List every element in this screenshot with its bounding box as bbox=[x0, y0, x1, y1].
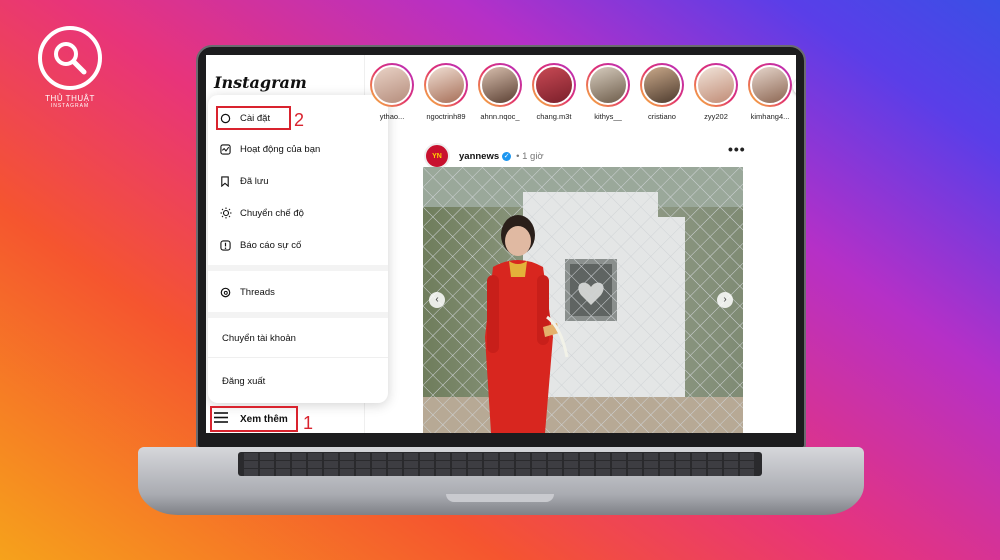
chevron-right-icon[interactable]: › bbox=[717, 292, 733, 308]
menu-item-label: Chuyển tài khoản bbox=[222, 332, 296, 344]
post-header: YN yannews ✓ • 1 giờ bbox=[424, 143, 544, 169]
menu-item-label: Threads bbox=[240, 286, 275, 298]
story-item[interactable]: chang.m3t bbox=[528, 63, 580, 121]
post-time: • 1 giờ bbox=[516, 150, 544, 162]
menu-item-threads[interactable]: Threads bbox=[208, 277, 388, 307]
laptop-keyboard bbox=[238, 452, 762, 476]
verified-icon: ✓ bbox=[502, 151, 512, 161]
story-username: ahnn.nqoc_ bbox=[480, 112, 520, 121]
story-username: ngoctrinh89 bbox=[426, 112, 466, 121]
sun-icon bbox=[220, 207, 240, 219]
menu-item-label: Chuyển chế độ bbox=[240, 207, 304, 219]
stories-bar: ythao... ngoctrinh89 ahnn.nqoc_ chang.m3… bbox=[366, 63, 796, 125]
menu-item-label: Đăng xuất bbox=[222, 375, 266, 387]
step-number-1: 1 bbox=[303, 413, 314, 433]
story-username: kimhang4... bbox=[750, 112, 790, 121]
menu-item-label: Đã lưu bbox=[240, 175, 269, 187]
menu-divider bbox=[208, 357, 388, 358]
activity-icon bbox=[220, 143, 240, 155]
more-menu: Cài đặt Hoạt động của bạn Đã lưu Chuyển … bbox=[208, 95, 388, 403]
story-username: cristiano bbox=[648, 112, 676, 121]
story-item[interactable]: cristiano bbox=[636, 63, 688, 121]
menu-item-saved[interactable]: Đã lưu bbox=[208, 166, 388, 196]
chevron-left-icon[interactable]: ‹ bbox=[429, 292, 445, 308]
story-item[interactable]: zyy202 bbox=[690, 63, 742, 121]
menu-divider bbox=[208, 265, 388, 271]
post-image[interactable]: ‹ › bbox=[423, 167, 743, 433]
story-username: ythao... bbox=[379, 112, 405, 121]
story-item[interactable]: ythao... bbox=[366, 63, 418, 121]
avatar[interactable]: YN bbox=[424, 143, 450, 169]
logo-subtext: INSTAGRAM bbox=[50, 103, 90, 109]
post-username[interactable]: yannews bbox=[459, 151, 499, 162]
story-username: kithys__ bbox=[594, 112, 622, 121]
menu-item-logout[interactable]: Đăng xuất bbox=[208, 366, 388, 396]
bookmark-icon bbox=[220, 175, 240, 187]
magnifier-icon bbox=[38, 26, 102, 90]
menu-item-switch-account[interactable]: Chuyển tài khoản bbox=[208, 323, 388, 353]
highlight-settings bbox=[216, 106, 291, 130]
menu-item-activity[interactable]: Hoạt động của bạn bbox=[208, 134, 388, 164]
report-icon bbox=[220, 239, 240, 251]
more-options-icon[interactable]: ••• bbox=[728, 141, 746, 157]
story-item[interactable]: ngoctrinh89 bbox=[420, 63, 472, 121]
story-item[interactable]: ahnn.nqoc_ bbox=[474, 63, 526, 121]
story-item[interactable]: kimhang4... bbox=[744, 63, 796, 121]
menu-divider bbox=[208, 312, 388, 318]
story-username: chang.m3t bbox=[536, 112, 572, 121]
story-username: zyy202 bbox=[704, 112, 728, 121]
menu-item-label: Báo cáo sự cố bbox=[240, 239, 302, 251]
story-item[interactable]: kithys__ bbox=[582, 63, 634, 121]
instagram-logo[interactable]: Instagram bbox=[214, 73, 307, 92]
step-number-2: 2 bbox=[294, 110, 305, 130]
instagram-screen: Instagram Cài đặt Hoạt động của bạn Đã l… bbox=[206, 55, 796, 433]
menu-item-label: Hoạt động của bạn bbox=[240, 143, 321, 155]
threads-icon bbox=[220, 287, 240, 298]
highlight-more bbox=[210, 406, 298, 432]
menu-item-switch-mode[interactable]: Chuyển chế độ bbox=[208, 198, 388, 228]
laptop-notch bbox=[446, 494, 554, 502]
logo-text: THỦ THUẬT bbox=[45, 94, 95, 103]
tutorial-logo: THỦ THUẬT INSTAGRAM bbox=[36, 26, 104, 116]
menu-item-report[interactable]: Báo cáo sự cố bbox=[208, 230, 388, 260]
